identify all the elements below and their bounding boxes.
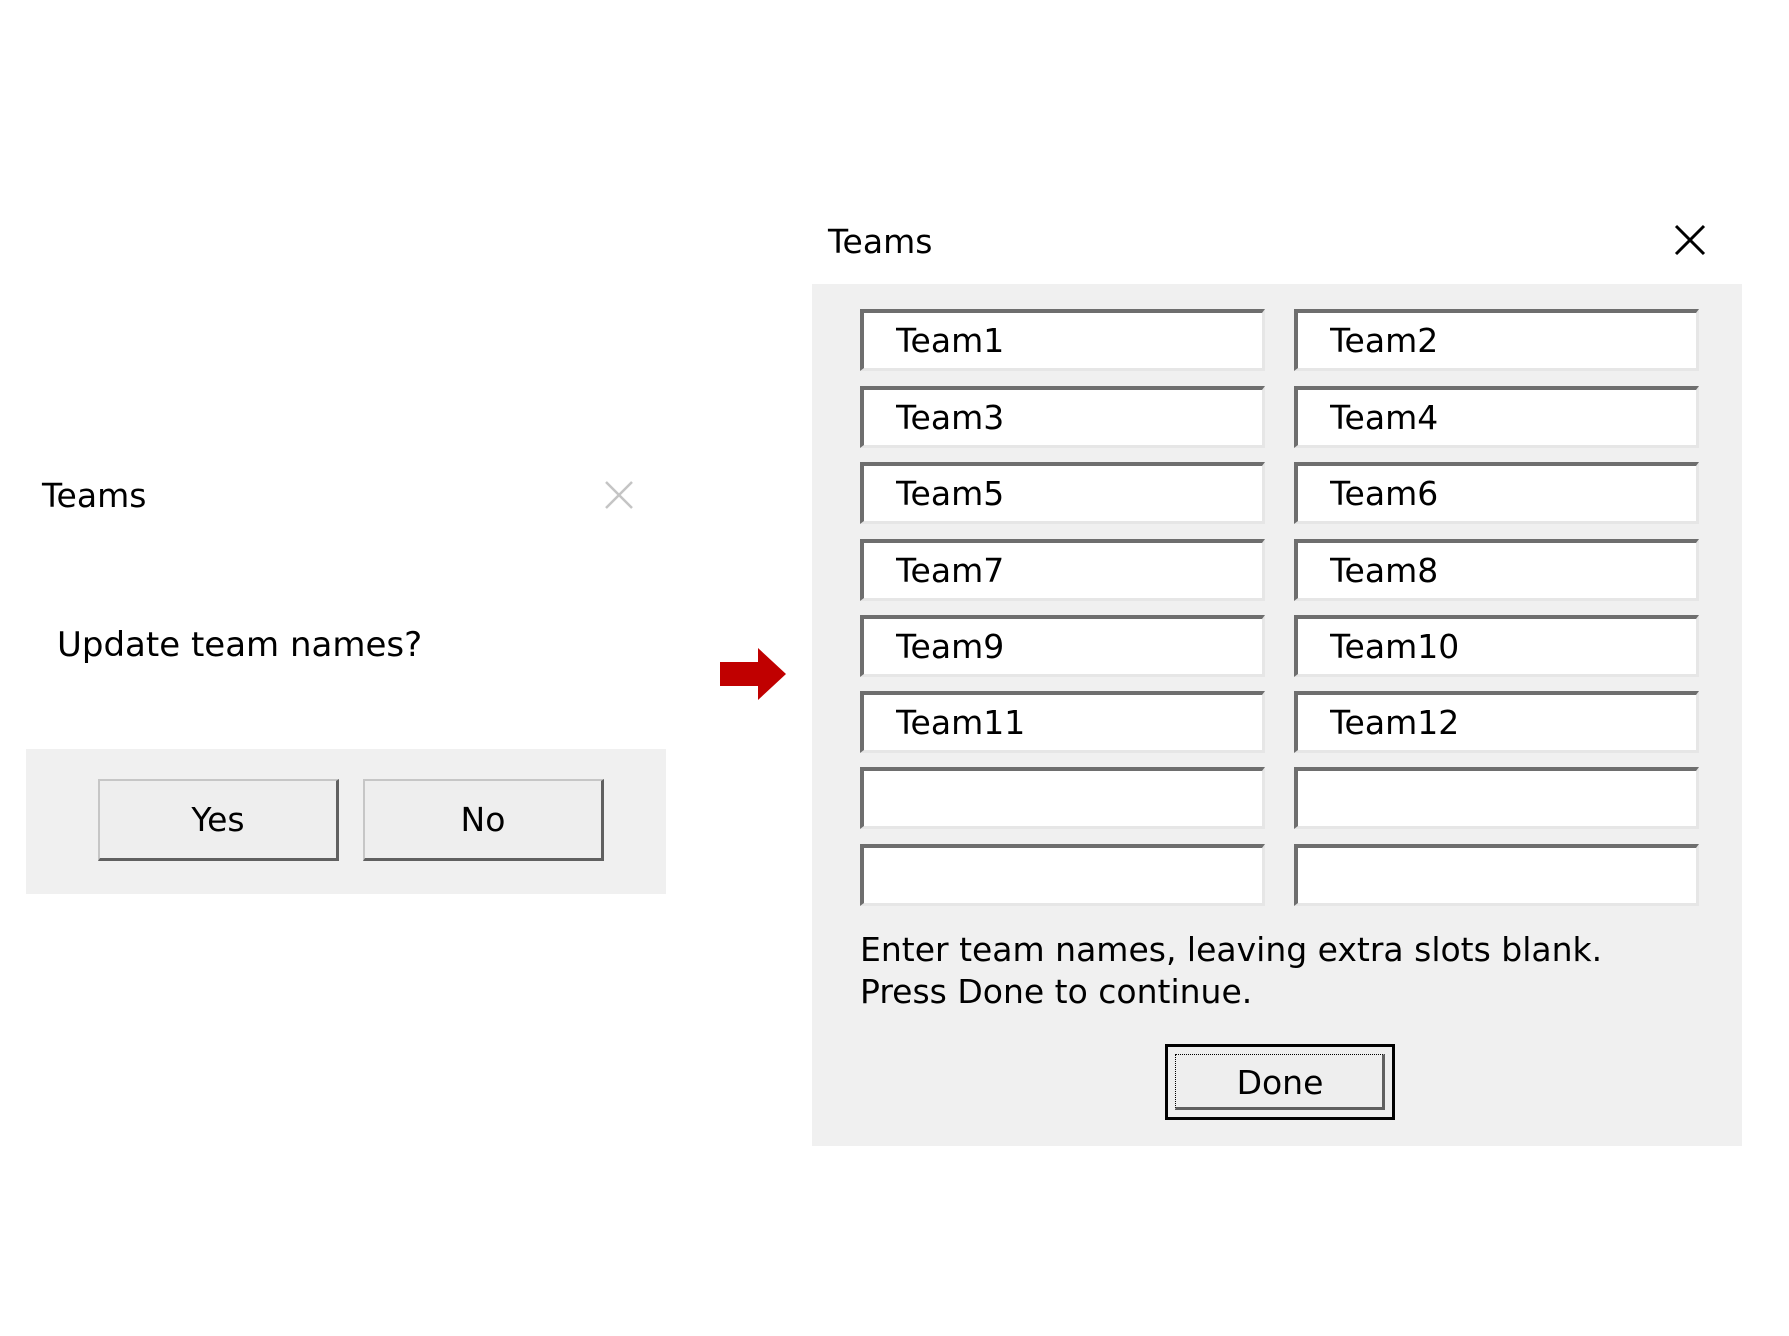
team-name-field[interactable] — [860, 309, 1265, 371]
team-name-field[interactable] — [860, 539, 1265, 601]
confirm-message: Update team names? — [57, 625, 423, 665]
team-name-field[interactable] — [860, 615, 1265, 677]
confirm-dialog-title: Teams — [42, 476, 147, 515]
teams-dialog-title: Teams — [828, 222, 933, 261]
team-name-field[interactable] — [1294, 844, 1699, 906]
right-arrow-icon — [720, 648, 786, 700]
team-name-field[interactable] — [1294, 615, 1699, 677]
team-name-field[interactable] — [1294, 691, 1699, 753]
teams-dialog: Teams Enter team names, leaving extra sl… — [812, 210, 1742, 1146]
yes-button[interactable]: Yes — [98, 779, 339, 861]
teams-dialog-body: Enter team names, leaving extra slots bl… — [812, 284, 1742, 1146]
team-name-field[interactable] — [860, 844, 1265, 906]
team-name-field[interactable] — [1294, 386, 1699, 448]
team-name-field[interactable] — [860, 691, 1265, 753]
team-name-field[interactable] — [1294, 767, 1699, 829]
confirm-dialog-footer: Yes No — [26, 749, 666, 894]
team-name-field[interactable] — [1294, 539, 1699, 601]
confirm-dialog: Teams Update team names? Yes No — [26, 452, 666, 894]
instructions-text: Enter team names, leaving extra slots bl… — [860, 930, 1603, 1011]
no-button[interactable]: No — [363, 779, 604, 861]
team-name-field[interactable] — [860, 767, 1265, 829]
team-name-field[interactable] — [1294, 462, 1699, 524]
done-button-label: Done — [1236, 1062, 1324, 1102]
close-icon[interactable] — [1672, 222, 1708, 258]
team-name-field[interactable] — [1294, 309, 1699, 371]
team-name-field[interactable] — [860, 386, 1265, 448]
close-icon[interactable] — [598, 474, 638, 514]
done-button[interactable]: Done — [1165, 1044, 1395, 1120]
team-name-field[interactable] — [860, 462, 1265, 524]
